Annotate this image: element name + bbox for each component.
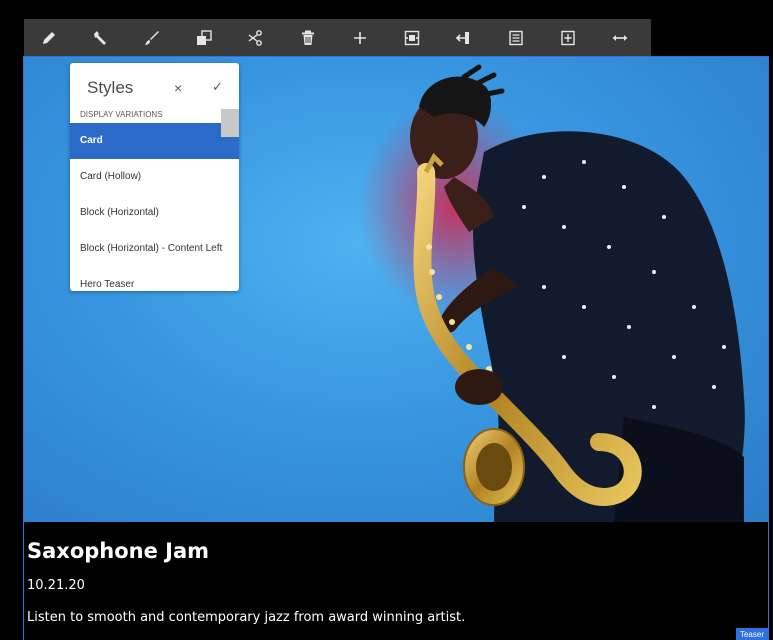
component-type-badge: Teaser <box>735 628 768 640</box>
teaser-title: Saxophone Jam <box>27 539 210 563</box>
list-icon <box>509 30 523 46</box>
layout-icon <box>561 30 575 46</box>
group-button[interactable] <box>386 19 438 57</box>
resize-button[interactable] <box>594 19 646 57</box>
insert-button[interactable] <box>334 19 386 57</box>
configure-button[interactable] <box>74 19 126 57</box>
style-option-hero-teaser[interactable]: Hero Teaser <box>70 267 239 291</box>
style-option-block-horizontal[interactable]: Block (Horizontal) <box>70 195 239 231</box>
close-icon[interactable]: × <box>174 80 182 96</box>
parent-icon <box>455 32 469 44</box>
scrollbar-thumb[interactable] <box>221 109 239 137</box>
styles-popover: Styles × ✓ DISPLAY VARIATIONS Card Card … <box>70 63 239 291</box>
copy-icon <box>197 30 212 45</box>
edit-button[interactable] <box>24 19 74 57</box>
layout-button[interactable] <box>542 19 594 57</box>
scissors-icon <box>248 30 262 46</box>
styles-popover-title: Styles <box>87 78 134 97</box>
group-icon <box>404 30 420 46</box>
wrench-icon <box>94 31 106 45</box>
brush-icon <box>145 31 159 45</box>
style-option-card[interactable]: Card <box>70 123 239 159</box>
style-options-list[interactable]: DISPLAY VARIATIONS Card Card (Hollow) Bl… <box>70 108 239 291</box>
teaser-date: 10.21.20 <box>27 578 85 593</box>
teaser-content: Saxophone Jam 10.21.20 Listen to smooth … <box>24 522 768 640</box>
cut-button[interactable] <box>230 19 282 57</box>
component-toolbar <box>24 19 651 58</box>
checkmark-icon[interactable]: ✓ <box>212 79 223 95</box>
plus-icon <box>354 32 366 44</box>
delete-button[interactable] <box>282 19 334 57</box>
style-option-card-hollow[interactable]: Card (Hollow) <box>70 159 239 195</box>
section-label-display-variations: DISPLAY VARIATIONS <box>80 110 163 119</box>
trash-icon <box>302 30 314 45</box>
styles-button[interactable] <box>126 19 178 57</box>
style-option-block-horizontal-content-left[interactable]: Block (Horizontal) - Content Left <box>70 231 239 267</box>
resize-icon <box>613 35 627 41</box>
copy-button[interactable] <box>178 19 230 57</box>
styles-popover-header: Styles × ✓ <box>70 63 239 108</box>
list-button[interactable] <box>490 19 542 57</box>
teaser-description: Listen to smooth and contemporary jazz f… <box>27 610 466 625</box>
parent-button[interactable] <box>438 19 490 57</box>
pencil-icon <box>43 32 55 44</box>
